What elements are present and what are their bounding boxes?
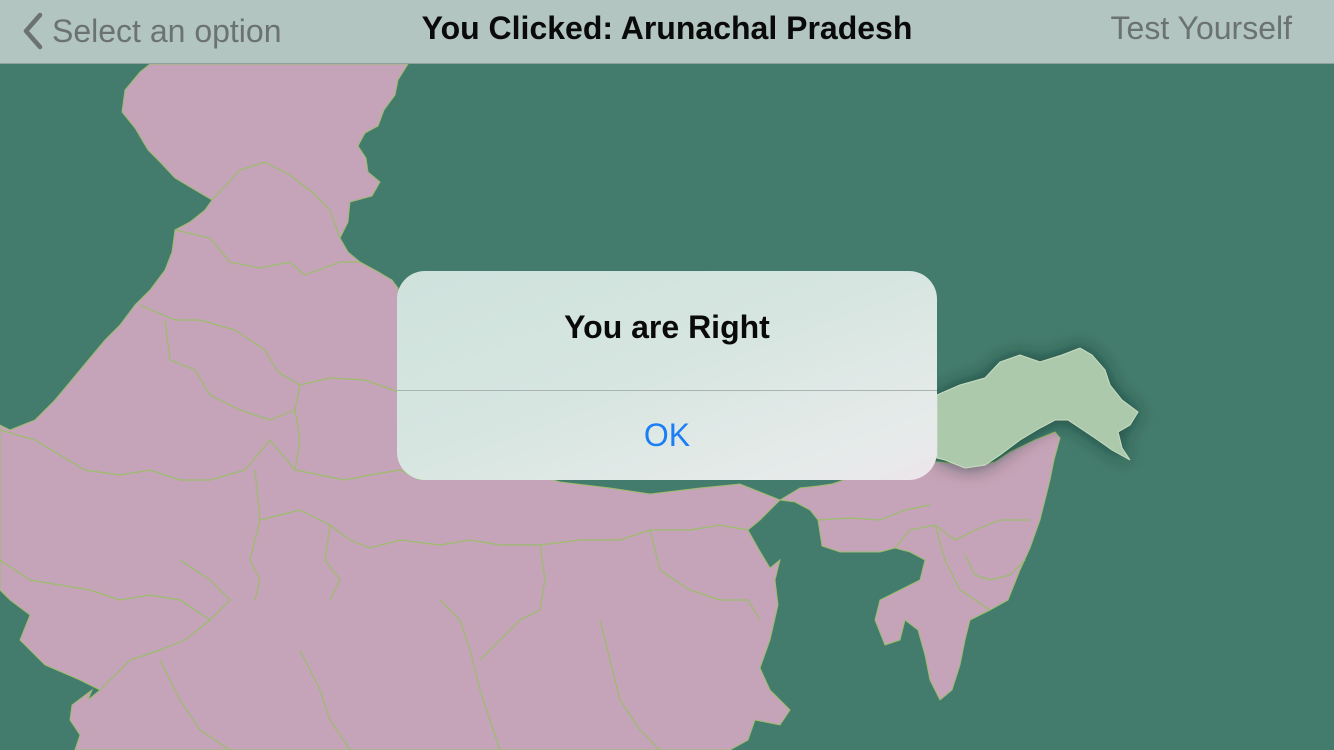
result-alert: You are Right OK	[397, 271, 937, 480]
navigation-bar: Select an option You Clicked: Arunachal …	[0, 0, 1334, 64]
test-yourself-button[interactable]: Test Yourself	[1111, 10, 1292, 47]
back-button-label: Select an option	[52, 12, 282, 49]
back-button[interactable]: Select an option	[22, 10, 282, 52]
chevron-left-icon	[23, 12, 43, 50]
ok-button[interactable]: OK	[397, 391, 937, 480]
alert-title: You are Right	[564, 309, 770, 345]
